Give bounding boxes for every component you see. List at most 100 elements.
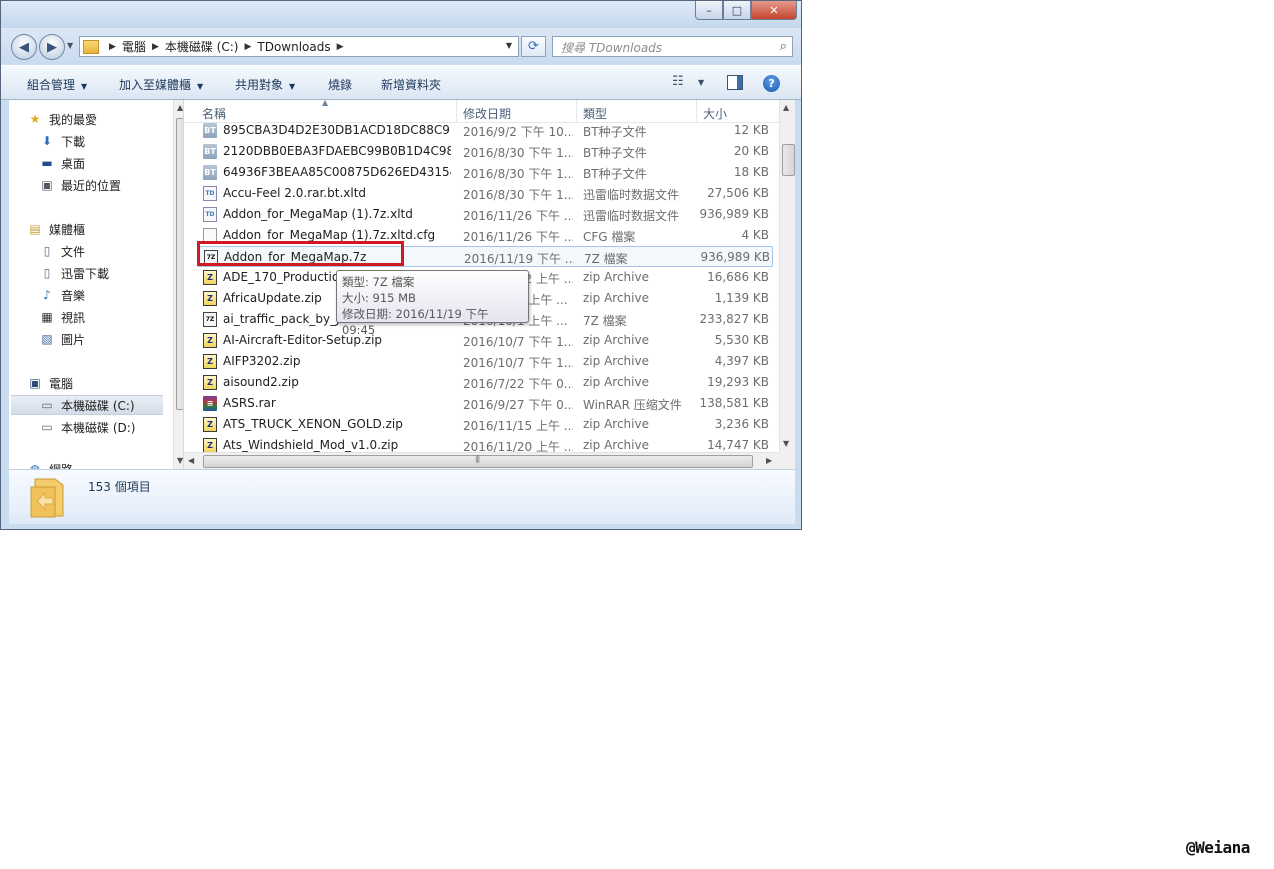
nav-drive-d[interactable]: ▭ 本機磁碟 (D:) <box>39 417 135 437</box>
file-name: 895CBA3D4D2E30DB1ACD18DC88C9... <box>223 123 451 137</box>
rar-archive-icon: ≡ <box>203 396 217 411</box>
nav-documents[interactable]: ▯ 文件 <box>39 241 85 261</box>
column-size[interactable]: 大小 <box>703 105 727 122</box>
file-scroll-thumb[interactable] <box>782 144 795 176</box>
nav-videos[interactable]: ▦ 視訊 <box>39 307 85 327</box>
help-icon[interactable]: ? <box>763 75 780 92</box>
scroll-right-icon[interactable]: ▶ <box>766 456 772 465</box>
back-button[interactable]: ◀ <box>11 34 37 60</box>
file-size: 5,530 KB <box>714 333 769 347</box>
file-size: 4 KB <box>741 228 769 242</box>
scroll-up-icon[interactable]: ▲ <box>783 103 789 112</box>
search-input[interactable]: 搜尋 TDownloads ⌕ <box>552 36 793 57</box>
temp-file-icon: TD <box>203 186 217 201</box>
view-dropdown[interactable]: ▼ <box>698 78 704 87</box>
nav-downloads[interactable]: ⬇ 下載 <box>39 131 85 151</box>
forward-button[interactable]: ▶ <box>39 34 65 60</box>
file-size: 1,139 KB <box>714 291 769 305</box>
close-button[interactable]: ✕ <box>751 1 797 20</box>
file-modified-date: 2016/11/26 下午 ... <box>463 230 573 244</box>
column-name[interactable]: 名稱 <box>202 105 226 122</box>
organize-button[interactable]: 組合管理 ▼ <box>27 76 87 93</box>
scroll-down-icon[interactable]: ▼ <box>177 456 183 465</box>
nav-recent-places[interactable]: ▣ 最近的位置 <box>39 175 121 195</box>
refresh-button[interactable]: ⟳ <box>521 36 546 57</box>
file-row[interactable]: Z AIFP3202.zip 2016/10/7 下午 1... zip Archiv… <box>197 351 773 372</box>
recent-pages-dropdown[interactable]: ▼ <box>67 41 73 50</box>
file-row[interactable]: Z ATS_TRUCK_XENON_GOLD.zip 2016/11/15 上午 .… <box>197 414 773 435</box>
nav-drive-c[interactable]: ▭ 本機磁碟 (C:) <box>11 395 163 415</box>
file-row[interactable]: BT 64936F3BEAA85C00875D626ED43154... 2016/… <box>197 162 773 183</box>
highlight-annotation <box>197 241 404 266</box>
folder-icon <box>83 39 99 54</box>
zip-archive-icon: Z <box>203 417 217 432</box>
nav-xunlei-downloads[interactable]: ▯ 迅雷下載 <box>39 263 109 283</box>
file-type: zip Archive <box>583 270 649 284</box>
nav-scroll-thumb[interactable] <box>176 118 183 410</box>
zip-archive-icon: Z <box>203 354 217 369</box>
nav-computer[interactable]: ▣ 電腦 <box>27 373 73 393</box>
documents-icon: ▯ <box>43 244 51 258</box>
scroll-down-icon[interactable]: ▼ <box>783 439 789 448</box>
torrent-file-icon: BT <box>203 123 217 138</box>
nav-scrollbar[interactable]: ▲ ▼ <box>173 100 183 469</box>
file-size: 19,293 KB <box>707 375 769 389</box>
file-row[interactable]: TD Accu-Feel 2.0.rar.bt.xltd 2016/8/30 下午 … <box>197 183 773 204</box>
title-bar[interactable]: – □ ✕ <box>1 1 801 28</box>
zip-archive-icon: Z <box>203 270 217 285</box>
scroll-grip-icon: ||| <box>475 455 480 463</box>
view-options-icon[interactable]: ☷ <box>672 74 684 89</box>
nav-music[interactable]: ♪ 音樂 <box>39 285 85 305</box>
column-type[interactable]: 類型 <box>583 105 607 122</box>
computer-icon: ▣ <box>29 376 41 390</box>
file-info-tooltip: 類型: 7Z 檔案 大小: 915 MB 修改日期: 2016/11/19 下午… <box>336 270 529 337</box>
file-horizontal-scrollbar[interactable]: ◀ ||| ▶ <box>184 452 779 469</box>
file-vertical-scrollbar[interactable]: ▲ ▼ <box>779 100 795 452</box>
chevron-right-icon[interactable]: ▶ <box>337 42 344 52</box>
nav-desktop[interactable]: ▬ 桌面 <box>39 153 85 173</box>
chevron-right-icon[interactable]: ▶ <box>152 42 159 52</box>
file-name: ASRS.rar <box>223 396 276 410</box>
file-type: zip Archive <box>583 438 649 452</box>
minimize-button[interactable]: – <box>695 1 723 20</box>
file-row[interactable]: Zaisound2.zip 2016/7/22 下午 0... zip Archiv… <box>197 372 773 393</box>
address-dropdown[interactable]: ▼ <box>506 41 512 50</box>
nav-pictures[interactable]: ▧ 圖片 <box>39 329 85 349</box>
file-row[interactable]: BT 2120DBB0EBA3FDAEBC99B0B1D4C98... 2016/8… <box>197 141 773 162</box>
column-modified[interactable]: 修改日期 <box>463 105 511 122</box>
breadcrumb-computer[interactable]: 電腦 <box>122 38 146 55</box>
new-folder-button[interactable]: 新增資料夾 <box>381 76 441 93</box>
address-bar[interactable]: ▶ 電腦 ▶ 本機磁碟 (C:) ▶ TDownloads ▶ ▼ <box>79 36 519 57</box>
file-name: 64936F3BEAA85C00875D626ED43154... <box>223 165 451 179</box>
add-to-library-button[interactable]: 加入至媒體櫃 ▼ <box>119 76 203 93</box>
burn-button[interactable]: 燒錄 <box>328 76 352 93</box>
nav-favorites[interactable]: ★ 我的最愛 <box>27 109 97 129</box>
file-row[interactable]: TD Addon_for_MegaMap (1).7z.xltd 2016/11/2… <box>197 204 773 225</box>
column-divider <box>696 100 697 122</box>
preview-pane-icon[interactable] <box>727 75 743 94</box>
hard-drive-icon: ▭ <box>41 420 53 434</box>
item-count: 153 個項目 <box>88 480 151 494</box>
search-icon[interactable]: ⌕ <box>780 39 787 54</box>
file-row[interactable]: ≡ ASRS.rar 2016/9/27 下午 0... WinRAR 压缩文件 138… <box>197 393 773 414</box>
breadcrumb-tdownloads[interactable]: TDownloads <box>257 40 330 54</box>
maximize-button[interactable]: □ <box>723 1 751 20</box>
nav-libraries[interactable]: ▤ 媒體櫃 <box>27 219 85 239</box>
file-row[interactable]: Z Ats_Windshield_Mod_v1.0.zip 2016/11/20 上… <box>197 435 773 452</box>
file-size: 936,989 KB <box>699 207 769 221</box>
file-modified-date: 2016/8/30 下午 1... <box>463 167 573 181</box>
video-icon: ▦ <box>41 310 53 324</box>
chevron-right-icon[interactable]: ▶ <box>109 42 116 52</box>
file-type: WinRAR 压缩文件 <box>583 398 682 412</box>
temp-file-icon: TD <box>203 207 217 222</box>
breadcrumb-drive-c[interactable]: 本機磁碟 (C:) <box>165 38 239 55</box>
scroll-left-icon[interactable]: ◀ <box>188 456 194 465</box>
chevron-right-icon[interactable]: ▶ <box>244 42 251 52</box>
file-size: 14,747 KB <box>707 438 769 452</box>
scroll-up-icon[interactable]: ▲ <box>177 103 183 112</box>
share-with-button[interactable]: 共用對象 ▼ <box>235 76 295 93</box>
nav-network[interactable]: ◍網路 <box>27 459 73 469</box>
torrent-file-icon: BT <box>203 144 217 159</box>
zip-archive-icon: Z <box>203 375 217 390</box>
file-row[interactable]: BT 895CBA3D4D2E30DB1ACD18DC88C9... 2016/9/… <box>197 122 773 141</box>
